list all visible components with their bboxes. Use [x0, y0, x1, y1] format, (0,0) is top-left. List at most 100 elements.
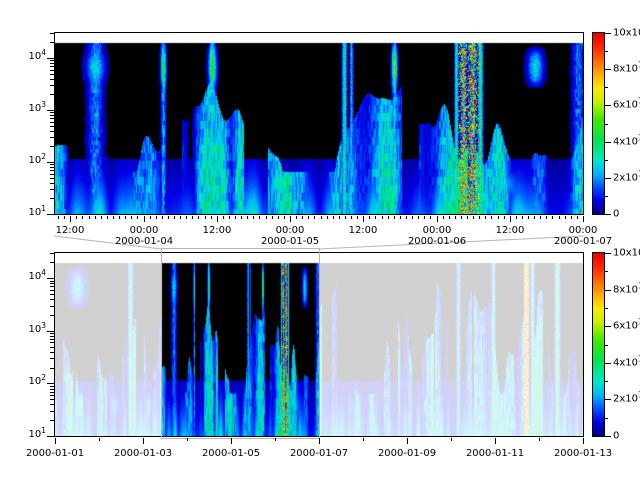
x-minor-tick	[345, 216, 346, 219]
x-minor-tick	[363, 438, 364, 441]
y-minor-tick	[50, 122, 54, 123]
colorbar-tick-label: 10x107	[613, 248, 640, 259]
colorbar-major-tick	[605, 436, 611, 437]
detail-spectrogram-canvas[interactable]	[55, 33, 583, 214]
y-tick-label: 103	[6, 324, 46, 335]
x-minor-tick	[113, 216, 114, 219]
colorbar-tick-label: 10x107	[613, 28, 640, 39]
y-minor-tick	[50, 94, 54, 95]
x-minor-tick	[430, 216, 431, 219]
x-minor-tick	[467, 216, 468, 219]
x-tick-label: 00:00	[130, 225, 159, 236]
y-major-tick	[47, 214, 54, 215]
x-minor-tick	[406, 216, 407, 219]
y-minor-tick	[50, 306, 54, 307]
y-tick-label: 104	[6, 51, 46, 62]
x-minor-tick	[369, 216, 370, 219]
x-tick-label: 2000-01-05	[202, 448, 260, 459]
x-minor-tick	[394, 216, 395, 219]
y-minor-tick	[50, 389, 54, 390]
colorbar-major-tick	[605, 33, 611, 34]
zoom-selection-rect[interactable]	[161, 248, 320, 439]
x-minor-tick	[186, 216, 187, 219]
y-tick-label: 104	[6, 271, 46, 282]
x-minor-tick	[229, 216, 230, 219]
x-tick-label: 2000-01-11	[466, 448, 524, 459]
colorbar-minor-tick	[605, 418, 608, 419]
x-minor-tick	[559, 216, 560, 219]
x-minor-tick	[150, 216, 151, 219]
y-minor-tick	[50, 342, 54, 343]
x-minor-tick	[58, 216, 59, 219]
x-minor-tick	[70, 216, 71, 219]
x-tick-date-label: 2000-01-05	[261, 236, 319, 247]
x-minor-tick	[400, 216, 401, 219]
x-tick-label: 2000-01-07	[290, 448, 348, 459]
colorbar-minor-tick	[605, 160, 608, 161]
x-minor-tick	[259, 216, 260, 219]
x-minor-tick	[363, 216, 364, 219]
x-minor-tick	[99, 438, 100, 441]
colorbar-major-tick	[605, 214, 611, 215]
colorbar-tick-label: 4x107	[613, 137, 640, 148]
y-tick-label: 101	[6, 429, 46, 440]
colorbar-minor-tick	[605, 271, 608, 272]
colorbar-major-tick	[605, 363, 611, 364]
x-tick-label: 12:00	[203, 225, 232, 236]
x-tick-label: 2000-01-01	[26, 448, 84, 459]
x-minor-tick	[333, 216, 334, 219]
y-minor-tick	[50, 404, 54, 405]
x-minor-tick	[412, 216, 413, 219]
x-minor-tick	[296, 216, 297, 219]
x-minor-tick	[187, 438, 188, 441]
x-minor-tick	[217, 216, 218, 219]
y-minor-tick	[50, 170, 54, 171]
y-minor-tick	[50, 336, 54, 337]
colorbar-major-tick	[605, 326, 611, 327]
y-major-tick	[47, 162, 54, 163]
x-minor-tick	[443, 216, 444, 219]
x-tick-label: 12:00	[56, 225, 85, 236]
y-major-tick	[47, 110, 54, 111]
spectrogram-figure: 12:0000:002000-01-0412:0000:002000-01-05…	[0, 0, 640, 480]
x-minor-tick	[278, 216, 279, 219]
y-minor-tick	[50, 167, 54, 168]
x-minor-tick	[504, 216, 505, 219]
x-minor-tick	[82, 216, 83, 219]
colorbar-major-tick	[605, 253, 611, 254]
x-minor-tick	[491, 216, 492, 219]
x-minor-tick	[321, 216, 322, 219]
x-minor-tick	[451, 438, 452, 441]
x-minor-tick	[571, 216, 572, 219]
x-minor-tick	[546, 216, 547, 219]
colorbar-major-tick	[605, 105, 611, 106]
x-minor-tick	[449, 216, 450, 219]
y-minor-tick	[50, 399, 54, 400]
x-minor-tick	[565, 216, 566, 219]
colorbar-minor-tick	[605, 196, 608, 197]
x-tick-label: 2000-01-13	[554, 448, 612, 459]
y-minor-tick	[50, 333, 54, 334]
y-minor-tick	[50, 112, 54, 113]
colorbar-tick-label: 8x107	[613, 285, 640, 296]
x-minor-tick	[211, 216, 212, 219]
y-minor-tick	[50, 286, 54, 287]
y-minor-tick	[50, 358, 54, 359]
x-major-tick	[407, 438, 408, 444]
x-minor-tick	[192, 216, 193, 219]
x-minor-tick	[418, 216, 419, 219]
y-minor-tick	[50, 79, 54, 80]
colorbar-major-tick	[605, 290, 611, 291]
x-minor-tick	[424, 216, 425, 219]
x-minor-tick	[455, 216, 456, 219]
colorbar-minor-tick	[605, 87, 608, 88]
x-minor-tick	[516, 216, 517, 219]
x-major-tick	[143, 438, 144, 444]
y-minor-tick	[50, 253, 54, 254]
x-minor-tick	[107, 216, 108, 219]
x-major-tick	[583, 438, 584, 444]
colorbar-minor-tick	[605, 51, 608, 52]
x-minor-tick	[357, 216, 358, 219]
y-minor-tick	[50, 115, 54, 116]
x-minor-tick	[479, 216, 480, 219]
